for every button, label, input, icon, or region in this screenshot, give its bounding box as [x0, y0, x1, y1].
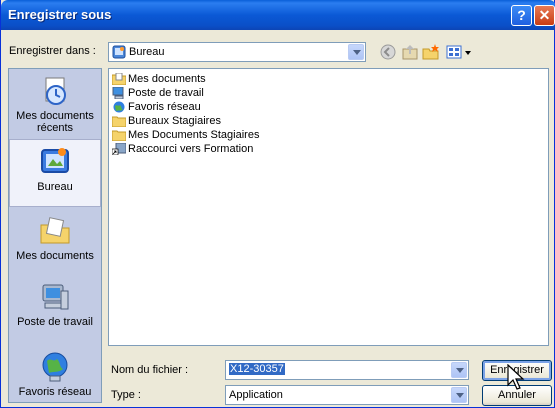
shortcut-icon — [111, 142, 127, 155]
network-places-icon — [39, 351, 71, 383]
chevron-down-icon[interactable] — [451, 387, 467, 403]
chevron-down-icon[interactable] — [348, 44, 364, 60]
my-computer-icon — [39, 281, 71, 313]
places-item-label: Mes documents — [16, 250, 94, 262]
places-item-label: Favoris réseau — [18, 386, 92, 398]
places-item-my-computer[interactable]: Poste de travail — [9, 281, 101, 328]
places-item-network[interactable]: Favoris réseau — [9, 351, 101, 398]
back-icon[interactable] — [379, 43, 397, 61]
save-in-label: Enregistrer dans : — [9, 45, 96, 57]
title-bar[interactable]: Enregistrer sous ? ✕ — [1, 0, 555, 30]
places-item-my-documents[interactable]: Mes documents — [9, 215, 101, 262]
list-item-label: Raccourci vers Formation — [128, 142, 254, 155]
list-item-label: Poste de travail — [128, 86, 204, 99]
folder-icon — [111, 115, 127, 127]
list-item[interactable]: Raccourci vers Formation — [111, 142, 254, 155]
save-in-value: Bureau — [129, 46, 165, 58]
filename-value: X12-30357 — [229, 363, 285, 375]
my-documents-icon — [39, 215, 71, 247]
network-places-icon — [112, 101, 126, 113]
desktop-icon — [112, 45, 126, 59]
places-item-desktop[interactable]: Bureau — [9, 139, 101, 207]
list-item-label: Mes Documents Stagiaires — [128, 128, 260, 141]
filename-field[interactable]: X12-30357 — [225, 360, 469, 380]
recent-documents-icon — [39, 75, 71, 107]
save-in-combo[interactable]: Bureau — [108, 42, 366, 62]
new-folder-icon[interactable] — [422, 43, 440, 61]
places-item-label: Mes documents récents — [16, 110, 94, 134]
my-computer-icon — [112, 86, 126, 99]
help-button[interactable]: ? — [511, 5, 532, 26]
places-item-label: Poste de travail — [17, 316, 93, 328]
desktop-icon — [39, 146, 71, 178]
mouse-pointer-icon — [507, 363, 527, 392]
list-item-label: Bureaux Stagiaires — [128, 114, 221, 127]
filetype-label: Type : — [111, 389, 141, 401]
places-item-recent[interactable]: Mes documents récents — [9, 75, 101, 134]
list-item[interactable]: Mes documents — [111, 72, 206, 85]
filetype-value: Application — [229, 389, 283, 401]
my-documents-icon — [111, 72, 127, 85]
list-item-label: Mes documents — [128, 72, 206, 85]
close-button[interactable]: ✕ — [534, 5, 555, 26]
dialog-title: Enregistrer sous — [8, 7, 112, 22]
file-list[interactable]: Mes documents Poste de travail Favoris r… — [108, 68, 549, 346]
places-bar: Mes documents récents Bureau Mes documen… — [8, 68, 102, 403]
filetype-select[interactable]: Application — [225, 385, 469, 405]
folder-icon — [111, 129, 127, 141]
list-item-label: Favoris réseau — [128, 100, 201, 113]
list-item[interactable]: Favoris réseau — [112, 100, 201, 113]
places-item-label: Bureau — [37, 181, 73, 193]
list-item[interactable]: Poste de travail — [112, 86, 204, 99]
list-item[interactable]: Mes Documents Stagiaires — [111, 128, 260, 141]
save-as-dialog: Enregistrer sous ? ✕ Enregistrer dans : … — [0, 0, 555, 408]
filename-label: Nom du fichier : — [111, 364, 189, 376]
up-folder-icon[interactable] — [401, 43, 419, 61]
view-menu-icon[interactable] — [446, 43, 474, 61]
chevron-down-icon[interactable] — [451, 362, 467, 378]
list-item[interactable]: Bureaux Stagiaires — [111, 114, 221, 127]
